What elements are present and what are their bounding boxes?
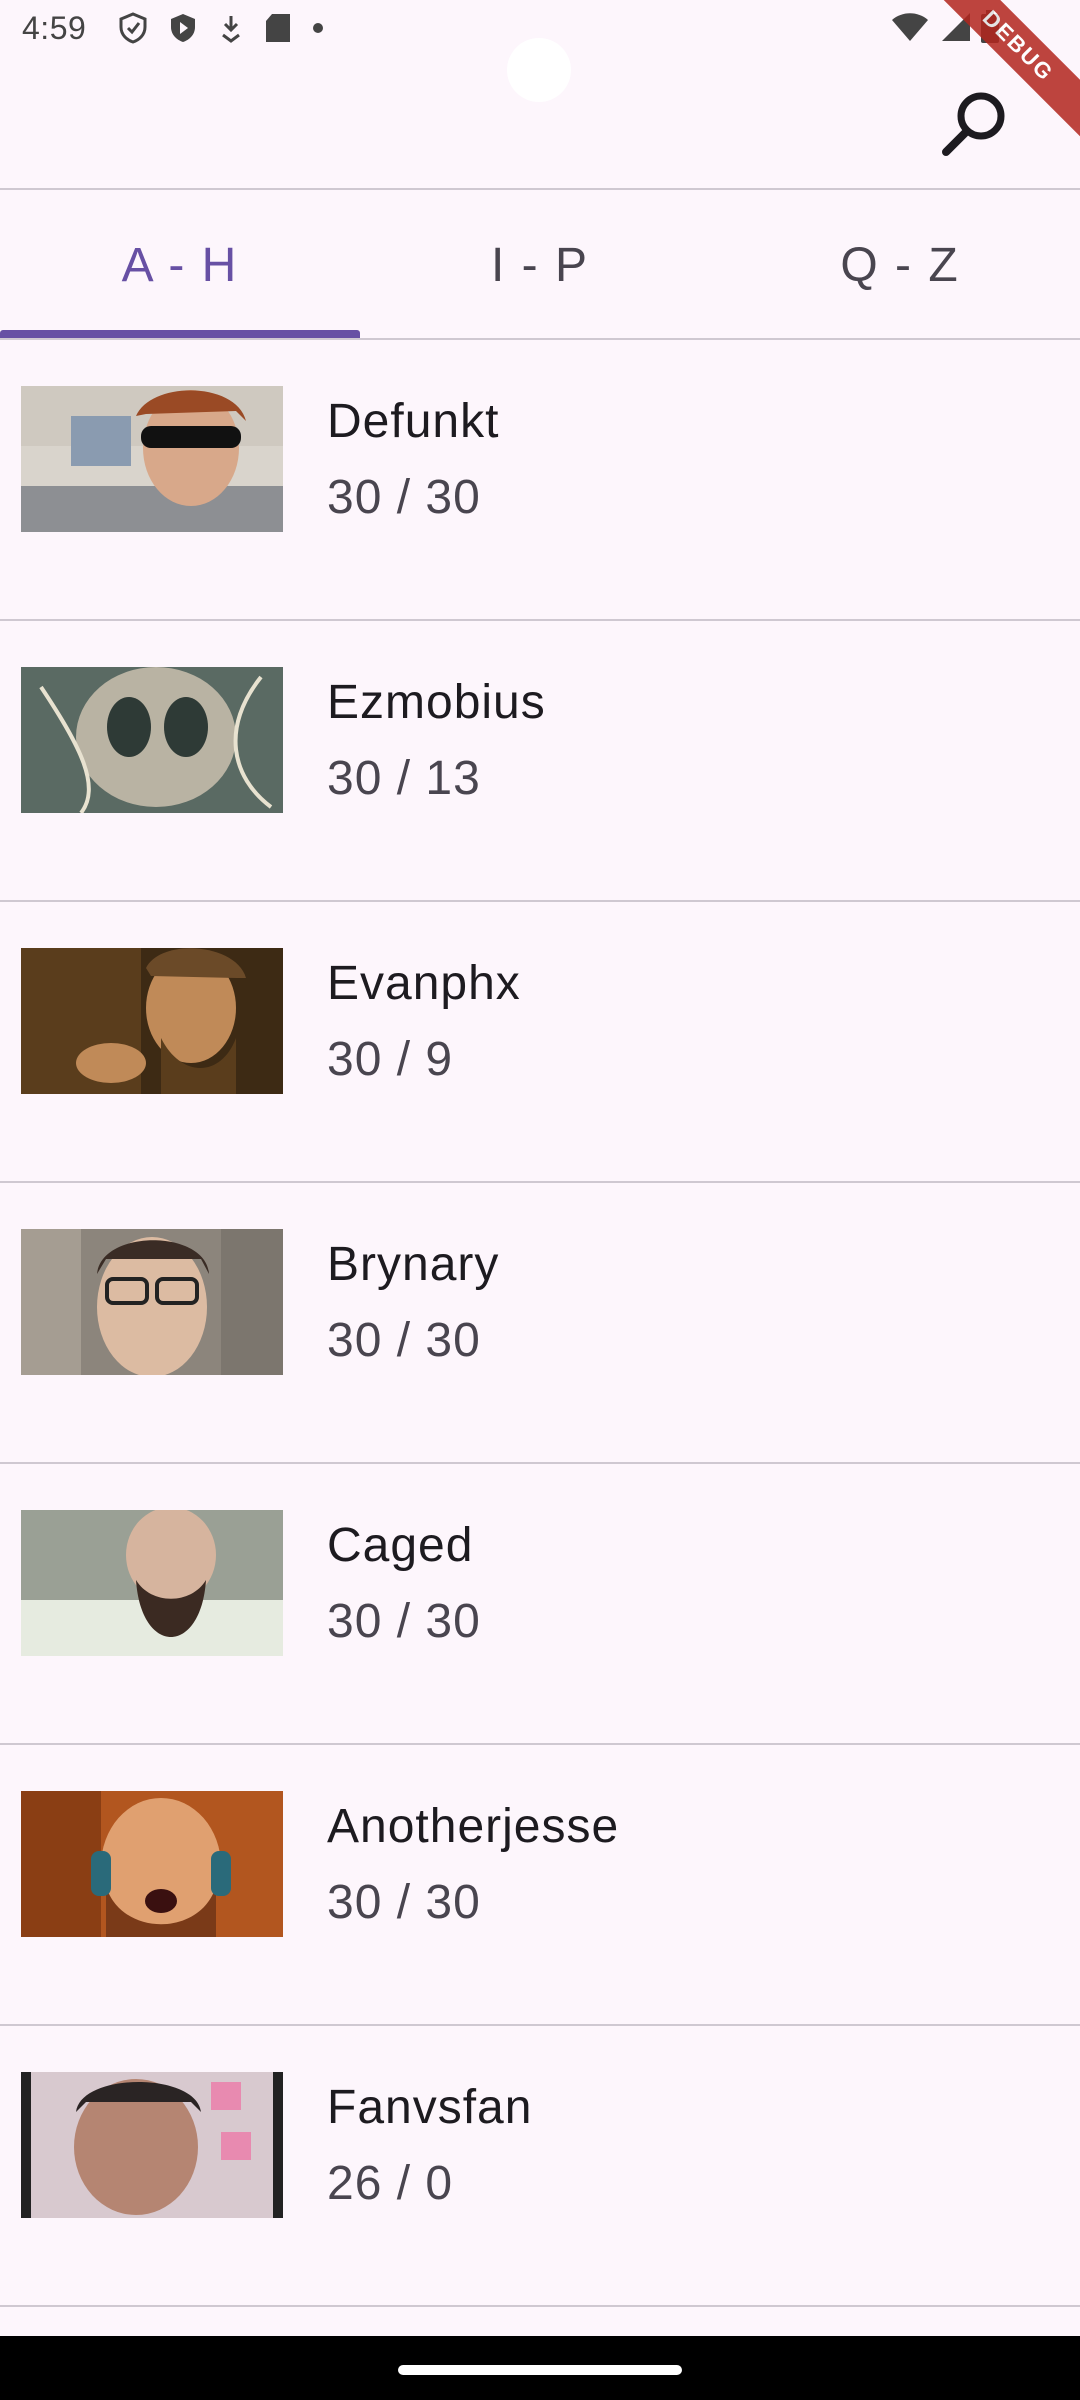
item-name: Evanphx <box>327 957 521 1010</box>
status-time: 4:59 <box>22 10 87 46</box>
avatar <box>21 2072 283 2218</box>
item-name: Defunkt <box>327 395 500 448</box>
list-item[interactable]: Anotherjesse 30 / 30 <box>0 1745 1080 2026</box>
app-bar <box>0 64 1080 188</box>
tab-i-p[interactable]: I - P <box>360 190 720 340</box>
tab-a-h[interactable]: A - H <box>0 190 360 340</box>
list-item[interactable]: Ezmobius 30 / 13 <box>0 621 1080 902</box>
shield-play-icon <box>168 12 198 44</box>
wifi-icon <box>890 11 930 48</box>
list-item[interactable]: Evanphx 30 / 9 <box>0 902 1080 1183</box>
list-item[interactable]: Fanvsfan 26 / 0 <box>0 2026 1080 2307</box>
item-stats: 30 / 30 <box>327 1314 481 1367</box>
avatar <box>21 1229 283 1375</box>
list-item[interactable]: Caged 30 / 30 <box>0 1464 1080 1745</box>
status-icons-left <box>118 12 324 44</box>
search-icon <box>938 88 1010 165</box>
avatar <box>21 667 283 813</box>
tab-indicator <box>0 330 360 338</box>
home-indicator[interactable] <box>398 2365 682 2375</box>
user-list: Defunkt 30 / 30 Ezmobius 30 / 13 Evanphx… <box>0 340 1080 2307</box>
avatar <box>21 386 283 532</box>
avatar <box>21 1510 283 1656</box>
tab-q-z[interactable]: Q - Z <box>720 190 1080 340</box>
item-stats: 30 / 30 <box>327 1876 481 1929</box>
item-stats: 30 / 13 <box>327 752 481 805</box>
shield-outline-icon <box>118 12 148 44</box>
search-button[interactable] <box>926 78 1022 174</box>
item-name: Caged <box>327 1519 474 1572</box>
item-stats: 26 / 0 <box>327 2157 454 2210</box>
item-stats: 30 / 9 <box>327 1033 454 1086</box>
item-stats: 30 / 30 <box>327 1595 481 1648</box>
avatar <box>21 1791 283 1937</box>
list-item[interactable]: Brynary 30 / 30 <box>0 1183 1080 1464</box>
item-name: Fanvsfan <box>327 2081 533 2134</box>
dot-icon <box>312 22 324 34</box>
avatar <box>21 948 283 1094</box>
item-stats: 30 / 30 <box>327 471 481 524</box>
sd-card-icon <box>264 12 292 44</box>
item-name: Ezmobius <box>327 676 546 729</box>
download-icon <box>218 13 244 43</box>
item-name: Brynary <box>327 1238 500 1291</box>
tab-bar: A - H I - P Q - Z <box>0 190 1080 340</box>
list-item[interactable]: Defunkt 30 / 30 <box>0 340 1080 621</box>
item-name: Anotherjesse <box>327 1800 620 1853</box>
